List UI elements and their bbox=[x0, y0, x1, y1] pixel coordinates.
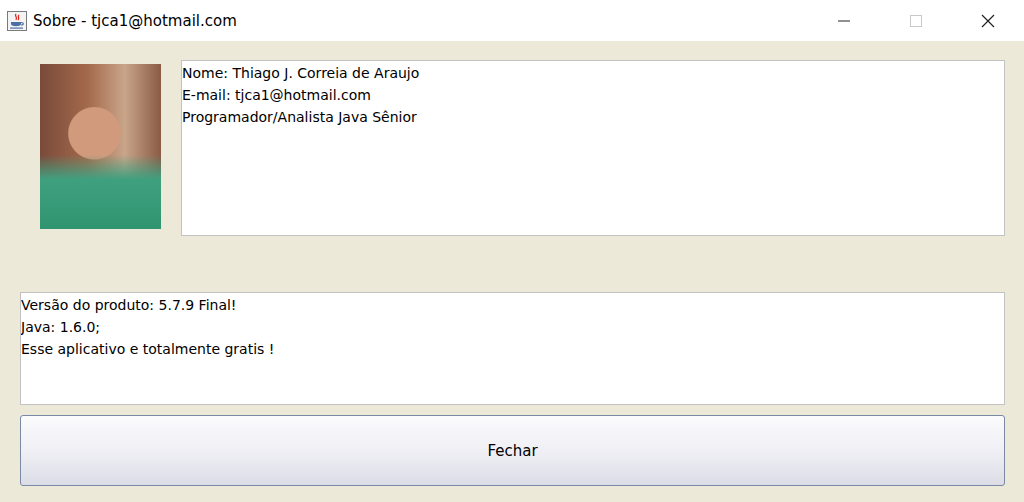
close-icon bbox=[981, 14, 995, 28]
info-line: Java: 1.6.0; bbox=[21, 316, 1004, 338]
author-photo bbox=[40, 64, 161, 229]
info-line: Esse aplicativo e totalmente gratis ! bbox=[21, 338, 1004, 360]
info-line: Versão do produto: 5.7.9 Final! bbox=[21, 294, 1004, 316]
author-info[interactable]: Nome: Thiago J. Correia de AraujoE-mail:… bbox=[181, 60, 1005, 236]
close-button[interactable] bbox=[952, 0, 1024, 41]
maximize-icon bbox=[910, 15, 922, 27]
minimize-icon bbox=[838, 15, 850, 27]
product-info[interactable]: Versão do produto: 5.7.9 Final!Java: 1.6… bbox=[20, 292, 1005, 405]
maximize-button bbox=[880, 0, 952, 41]
title-bar: Sobre - tjca1@hotmail.com bbox=[0, 0, 1024, 41]
java-cup-icon bbox=[7, 11, 27, 31]
window-title: Sobre - tjca1@hotmail.com bbox=[33, 12, 808, 30]
dialog-body: Nome: Thiago J. Correia de AraujoE-mail:… bbox=[0, 41, 1024, 502]
info-line: Nome: Thiago J. Correia de Araujo bbox=[182, 62, 1004, 84]
info-line: E-mail: tjca1@hotmail.com bbox=[182, 84, 1004, 106]
close-button[interactable]: Fechar bbox=[20, 415, 1005, 486]
about-window: Sobre - tjca1@hotmail.com Nome: Thiago J.… bbox=[0, 0, 1024, 502]
info-line: Programador/Analista Java Sênior bbox=[182, 106, 1004, 128]
minimize-button[interactable] bbox=[808, 0, 880, 41]
